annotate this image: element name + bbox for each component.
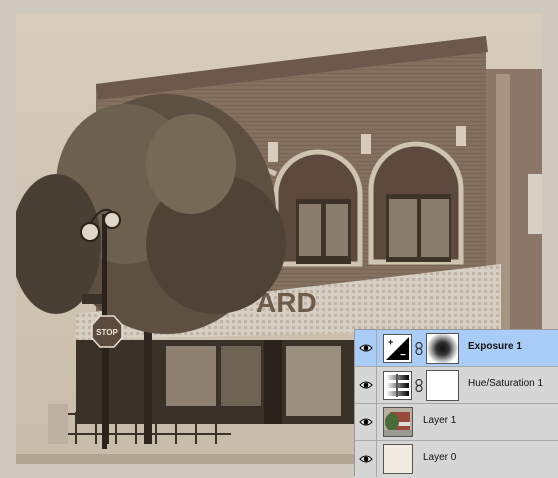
layer-name[interactable]: Layer 1 [423,415,456,426]
layer-row-layer-0[interactable]: Layer 0 [355,441,558,478]
layer-name[interactable]: Hue/Saturation 1 [468,378,543,389]
layer-mask-thumbnail[interactable] [426,370,459,401]
visibility-eye-icon[interactable] [355,330,377,366]
photo-thumbnail[interactable] [383,407,413,437]
layer-name[interactable]: Exposure 1 [468,341,522,352]
visibility-eye-icon[interactable] [355,404,377,440]
layer-row-exposure-1[interactable]: + − Exposure 1 [355,330,558,367]
visibility-eye-icon[interactable] [355,367,377,403]
layer-mask-thumbnail[interactable] [426,333,459,364]
mask-link-chain-icon[interactable] [415,379,423,392]
exposure-icon[interactable]: + − [383,334,412,363]
visibility-eye-icon[interactable] [355,441,377,477]
layer-name[interactable]: Layer 0 [423,452,456,463]
svg-text:+: + [388,337,393,347]
mask-link-chain-icon[interactable] [415,342,423,355]
layers-panel: + − Exposure 1 Hue/Saturation 1 Layer 1 … [354,329,558,478]
layer-row-hue-saturation-1[interactable]: Hue/Saturation 1 [355,367,558,404]
blank-thumbnail[interactable] [383,444,413,474]
layer-row-layer-1[interactable]: Layer 1 [355,404,558,441]
svg-text:−: − [400,350,406,361]
hue-saturation-icon[interactable] [383,371,412,400]
stop-sign-text: STOP [96,328,118,337]
